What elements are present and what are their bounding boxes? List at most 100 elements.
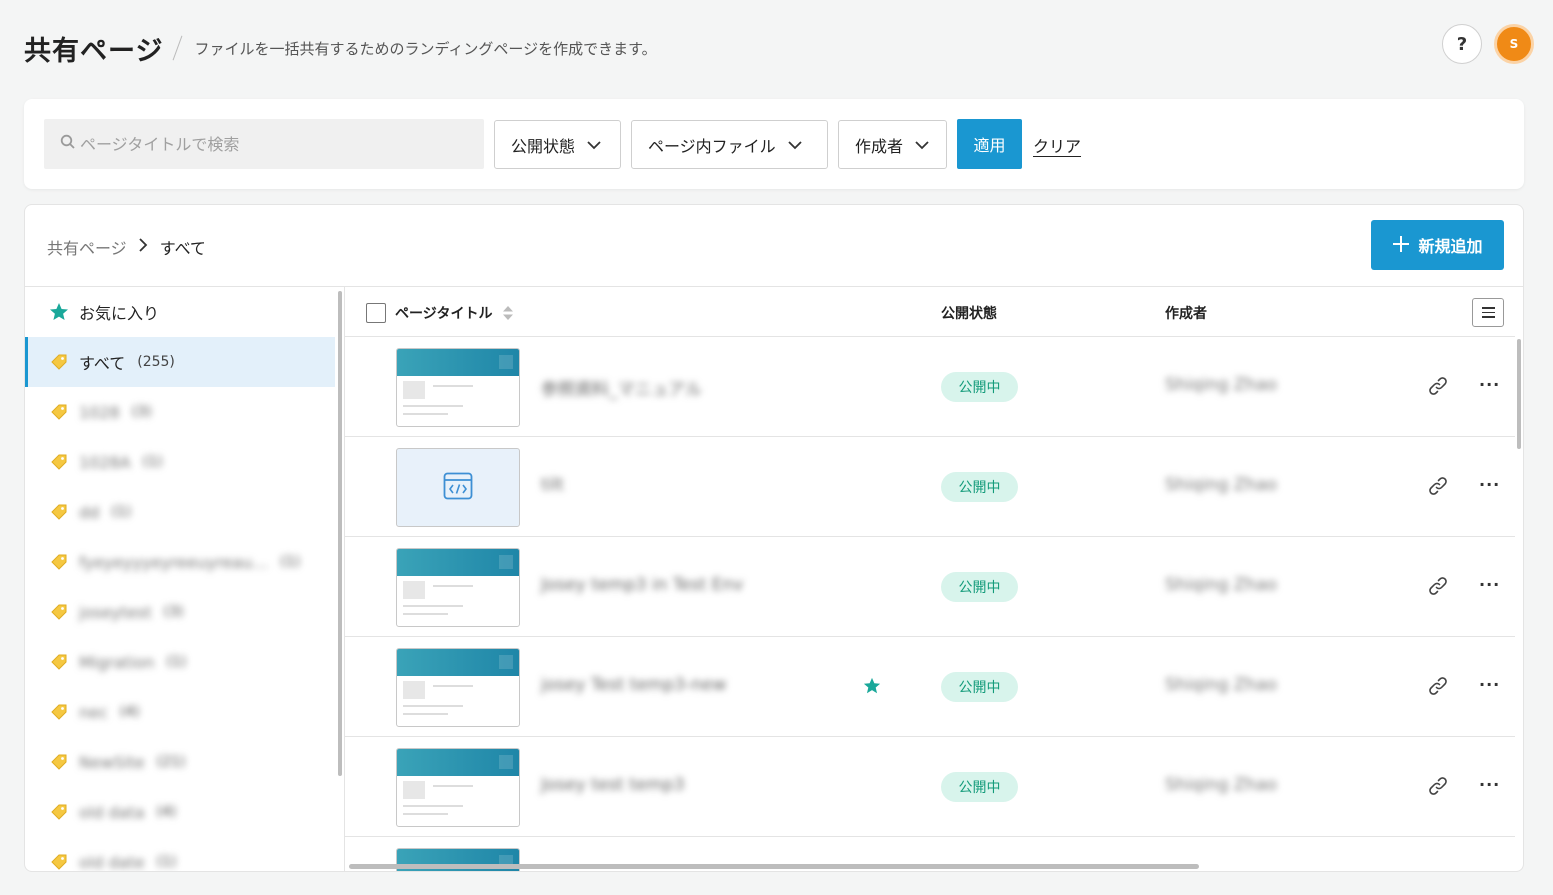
page-title-link[interactable]: 参照資料_マニュアル — [541, 375, 702, 400]
sidebar-item-label: old date — [79, 852, 145, 872]
tag-icon — [49, 803, 69, 821]
search-input[interactable] — [80, 134, 460, 154]
link-icon[interactable] — [1427, 475, 1449, 501]
sidebar-item-count: (3) — [163, 604, 184, 620]
chevron-down-icon — [587, 135, 601, 154]
sidebar-item-count: (3) — [131, 404, 152, 420]
table-row[interactable]: 参照資料_マニュアル 公開中 Shiqing Zhao ··· — [345, 337, 1515, 437]
table-row[interactable]: josey Test temp3-new 公開中 Shiqing Zhao ··· — [345, 637, 1515, 737]
sidebar-item-label: すべて — [79, 354, 126, 373]
more-options-icon[interactable]: ··· — [1479, 375, 1500, 394]
status-badge: 公開中 — [941, 572, 1018, 602]
pages-table: ページタイトル 公開状態 作成者 参照資料_マニュアル 公開中 Shiqing Zh… — [345, 287, 1523, 871]
page-thumbnail[interactable] — [396, 448, 520, 527]
sidebar-item-label: 1028 — [79, 402, 120, 422]
breadcrumb-root[interactable]: 共有ページ — [47, 235, 127, 259]
tag-icon — [49, 353, 69, 371]
page-header: 共有ページ ファイルを一括共有するためのランディングページを作成できます。 — [24, 28, 657, 68]
author-name: Shiqing Zhao — [1165, 775, 1278, 795]
files-filter-dropdown[interactable]: ページ内ファイル — [631, 120, 828, 169]
more-options-icon[interactable]: ··· — [1479, 675, 1500, 694]
sidebar-item-label: dd — [79, 502, 100, 522]
tag-icon — [49, 553, 69, 571]
author-filter-dropdown[interactable]: 作成者 — [838, 120, 947, 169]
add-new-label: 新規追加 — [1418, 237, 1483, 256]
help-button[interactable]: ? — [1442, 24, 1482, 64]
status-filter-dropdown[interactable]: 公開状態 — [494, 120, 621, 169]
column-header-title[interactable]: ページタイトル — [395, 303, 514, 323]
sidebar-item-tag[interactable]: fyeyeyyyeyreeuyreau… (1) — [25, 537, 335, 587]
filter-bar: 公開状態 ページ内ファイル 作成者 適用 クリア — [24, 99, 1524, 189]
link-icon[interactable] — [1427, 775, 1449, 801]
table-row[interactable]: tilt 公開中 Shiqing Zhao ··· — [345, 437, 1515, 537]
sidebar-item-count: (4) — [119, 704, 140, 720]
author-name: Shiqing Zhao — [1165, 375, 1278, 395]
chevron-down-icon — [915, 135, 929, 154]
sidebar-item-label: Migration — [79, 652, 155, 672]
page-thumbnail[interactable] — [396, 348, 520, 427]
sidebar-item-count: (4) — [156, 804, 177, 820]
sidebar-item-all[interactable]: すべて (255) — [25, 337, 335, 387]
tag-icon — [49, 853, 69, 871]
clear-link[interactable]: クリア — [1033, 133, 1081, 157]
sidebar-item-label: old data — [79, 802, 145, 822]
column-header-status: 公開状態 — [941, 306, 997, 322]
sidebar-item-tag[interactable]: 1028A (1) — [25, 437, 335, 487]
page-title-link[interactable]: Josey temp3 in Test Env — [541, 575, 743, 595]
sidebar-item-tag[interactable]: NewSite (21) — [25, 737, 335, 787]
page-title-link[interactable]: Josey test temp3 — [541, 775, 685, 795]
page-thumbnail[interactable] — [396, 748, 520, 827]
sidebar-item-count: (21) — [156, 754, 186, 770]
tag-icon — [49, 403, 69, 421]
more-options-icon[interactable]: ··· — [1479, 775, 1500, 794]
sidebar-item-label: 1028A — [79, 452, 131, 472]
author-name: Shiqing Zhao — [1165, 575, 1278, 595]
tag-sidebar: お気に入り すべて (255) 1028 (3) 1028A (1) dd (1) fyey… — [25, 287, 345, 872]
breadcrumb-current: すべて — [159, 239, 206, 258]
table-row[interactable]: Josey test temp3 公開中 Shiqing Zhao ··· — [345, 737, 1515, 837]
sidebar-item-tag[interactable]: old data (4) — [25, 787, 335, 837]
star-icon[interactable] — [863, 677, 881, 699]
column-settings-icon[interactable] — [1472, 298, 1504, 327]
link-icon[interactable] — [1427, 675, 1449, 701]
sidebar-item-tag[interactable]: 1028 (3) — [25, 387, 335, 437]
page-title-link[interactable]: tilt — [541, 475, 564, 495]
author-name: Shiqing Zhao — [1165, 475, 1278, 495]
sidebar-item-tag[interactable]: dd (1) — [25, 487, 335, 537]
table-header: ページタイトル 公開状態 作成者 — [345, 287, 1515, 337]
page-title: 共有ページ — [24, 35, 164, 67]
add-new-button[interactable]: 新規追加 — [1371, 220, 1504, 270]
title-divider — [173, 35, 183, 61]
sidebar-scrollbar[interactable] — [338, 291, 342, 776]
avatar[interactable]: S — [1494, 24, 1534, 64]
search-box[interactable] — [44, 119, 484, 169]
sidebar-item-tag[interactable]: nec (4) — [25, 687, 335, 737]
page-thumbnail[interactable] — [396, 648, 520, 727]
status-badge: 公開中 — [941, 772, 1018, 802]
sidebar-item-favorites[interactable]: お気に入り — [25, 287, 335, 337]
sort-icon[interactable] — [502, 305, 514, 321]
sidebar-item-tag[interactable]: joseytest (3) — [25, 587, 335, 637]
status-badge: 公開中 — [941, 472, 1018, 502]
sidebar-item-tag[interactable]: old date (1) — [25, 837, 335, 872]
star-icon — [49, 302, 69, 322]
status-badge: 公開中 — [941, 672, 1018, 702]
code-window-icon — [443, 472, 473, 504]
table-row[interactable]: Josey temp3 in Test Env 公開中 Shiqing Zhao ··… — [345, 537, 1515, 637]
search-icon — [60, 134, 76, 154]
table-vertical-scrollbar[interactable] — [1517, 339, 1521, 449]
column-header-author: 作成者 — [1165, 306, 1207, 322]
status-badge: 公開中 — [941, 372, 1018, 402]
sidebar-item-count: (255) — [137, 354, 175, 370]
tag-icon — [49, 653, 69, 671]
more-options-icon[interactable]: ··· — [1479, 575, 1500, 594]
select-all-checkbox[interactable] — [366, 303, 386, 323]
more-options-icon[interactable]: ··· — [1479, 475, 1500, 494]
sidebar-item-tag[interactable]: Migration (1) — [25, 637, 335, 687]
page-title-link[interactable]: josey Test temp3-new — [541, 675, 726, 695]
table-horizontal-scrollbar[interactable] — [349, 864, 1199, 869]
link-icon[interactable] — [1427, 575, 1449, 601]
page-thumbnail[interactable] — [396, 548, 520, 627]
link-icon[interactable] — [1427, 375, 1449, 401]
apply-button[interactable]: 適用 — [957, 119, 1022, 169]
